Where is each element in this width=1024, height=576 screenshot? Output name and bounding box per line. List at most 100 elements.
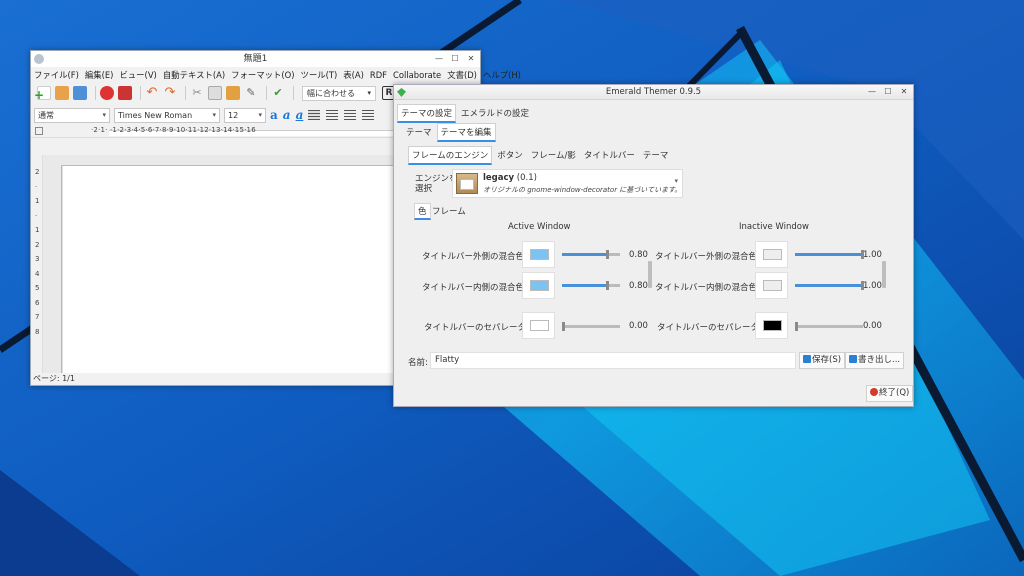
tab-theme[interactable]: テーマ	[403, 124, 435, 142]
active-link-toggle[interactable]	[648, 261, 652, 288]
chevron-down-icon: ▾	[674, 177, 678, 185]
slider-handle[interactable]	[606, 250, 609, 259]
slider-fill	[562, 253, 609, 256]
inactive-outer-slider[interactable]	[795, 250, 864, 259]
tab-buttons[interactable]: ボタン	[494, 147, 526, 165]
minimize-icon[interactable]: —	[865, 85, 879, 99]
slider-handle[interactable]	[795, 322, 798, 331]
tab-titlebar[interactable]: タイトルバー	[581, 147, 638, 165]
menu-tools[interactable]: ツール(T)	[300, 69, 337, 81]
style-select[interactable]: 通常 ▾	[34, 107, 110, 123]
tab-theme-settings[interactable]: テーマの設定	[397, 104, 457, 123]
subtab-color[interactable]: 色	[414, 203, 431, 220]
menu-format[interactable]: フォーマット(O)	[231, 69, 294, 81]
tab-edit-theme[interactable]: テーマを編集	[436, 123, 496, 142]
engine-description: オリジナルの gnome-window-decorator に基づいています。	[483, 186, 682, 194]
open-folder-icon[interactable]	[55, 86, 69, 100]
export-button[interactable]: 書き出し...	[845, 352, 905, 369]
active-outer-slider[interactable]	[562, 250, 620, 259]
engine-select[interactable]: legacy (0.1) オリジナルの gnome-window-decorat…	[452, 169, 683, 198]
align-left-icon[interactable]	[308, 110, 321, 120]
writer-titlebar[interactable]: 無題1 — ☐ ✕	[31, 51, 480, 67]
emerald-window-controls: — ☐ ✕	[863, 85, 911, 99]
inactive-inner-blend-label: タイトルバー内側の混合色	[655, 283, 758, 293]
save-icon[interactable]	[73, 86, 87, 100]
menu-edit[interactable]: 編集(E)	[85, 69, 114, 81]
font-size-select[interactable]: 12 ▾	[224, 107, 266, 123]
menu-help[interactable]: ヘルプ(H)	[483, 69, 521, 81]
print-icon[interactable]	[100, 86, 114, 100]
toolbar-separator	[140, 86, 141, 100]
save-icon	[803, 355, 811, 363]
inactive-separator-value: 0.00	[863, 321, 882, 331]
slider-handle[interactable]	[606, 281, 609, 290]
active-separator-slider[interactable]	[562, 322, 620, 331]
menu-table[interactable]: 表(A)	[343, 69, 364, 81]
inactive-outer-blend-label: タイトルバー外側の混合色	[655, 252, 758, 262]
active-separator-color-button[interactable]	[522, 312, 555, 339]
power-icon	[870, 388, 878, 396]
tab-theme-inner[interactable]: テーマ	[640, 147, 672, 165]
menu-document[interactable]: 文書(D)	[447, 69, 477, 81]
inactive-inner-color-button[interactable]	[755, 272, 788, 299]
menu-collaborate[interactable]: Collaborate	[393, 70, 441, 80]
close-icon[interactable]: ✕	[897, 85, 911, 99]
active-inner-slider[interactable]	[562, 281, 620, 290]
active-inner-color-button[interactable]	[522, 272, 555, 299]
format-paint-icon[interactable]: ✎	[244, 86, 258, 100]
quit-button[interactable]: 終了(Q)	[866, 385, 914, 402]
slider-handle[interactable]	[562, 322, 565, 331]
redo-icon[interactable]: ↷	[163, 86, 177, 100]
align-center-icon[interactable]	[326, 110, 339, 120]
tab-emerald-settings[interactable]: エメラルドの設定	[458, 105, 532, 123]
color-swatch	[530, 320, 549, 331]
inactive-separator-slider[interactable]	[795, 322, 863, 331]
subtab-frame[interactable]: フレーム	[432, 205, 466, 217]
underline-button[interactable]: a	[296, 108, 304, 122]
toolbar-separator	[293, 86, 294, 100]
menu-rdf[interactable]: RDF	[370, 70, 387, 80]
align-right-icon[interactable]	[344, 110, 357, 120]
active-window-header: Active Window	[508, 222, 571, 232]
new-document-icon[interactable]: +	[34, 86, 51, 101]
font-select[interactable]: Times New Roman ▾	[114, 107, 220, 123]
active-inner-value: 0.80	[629, 281, 648, 291]
inactive-link-toggle[interactable]	[882, 261, 886, 288]
align-justify-icon[interactable]	[362, 110, 375, 120]
slider-fill	[795, 253, 863, 256]
zoom-select[interactable]: 幅に合わせる ▾	[302, 85, 376, 101]
inactive-inner-slider[interactable]	[795, 281, 864, 290]
maximize-icon[interactable]: ☐	[448, 52, 462, 66]
inactive-outer-color-button[interactable]	[755, 241, 788, 268]
active-outer-color-button[interactable]	[522, 241, 555, 268]
minimize-icon[interactable]: —	[432, 52, 446, 66]
cut-icon[interactable]: ✂	[190, 86, 204, 100]
maximize-icon[interactable]: ☐	[881, 85, 895, 99]
menu-autotext[interactable]: 自動テキスト(A)	[163, 69, 225, 81]
inactive-inner-value: 1.00	[863, 281, 882, 291]
inactive-separator-color-button[interactable]	[755, 312, 788, 339]
emerald-titlebar[interactable]: Emerald Themer 0.9.5 — ☐ ✕	[394, 85, 913, 100]
active-outer-value: 0.80	[629, 250, 648, 260]
menu-file[interactable]: ファイル(F)	[34, 69, 79, 81]
color-swatch	[530, 280, 549, 291]
italic-button[interactable]: a	[283, 108, 291, 122]
tab-frame-engine[interactable]: フレームのエンジン	[408, 146, 493, 165]
inactive-window-header: Inactive Window	[739, 222, 809, 232]
toolbar-separator	[95, 86, 96, 100]
vertical-ruler[interactable]: 2 · 1 · 1 2 3 4 5 6 7 8	[31, 155, 43, 373]
paste-icon[interactable]	[226, 86, 240, 100]
undo-icon[interactable]: ↶	[145, 86, 159, 100]
copy-icon[interactable]	[208, 86, 222, 100]
spellcheck-icon[interactable]: ✔	[271, 86, 285, 100]
export-pdf-icon[interactable]	[118, 86, 132, 100]
tab-stop-icon[interactable]	[35, 127, 43, 135]
save-button[interactable]: 保存(S)	[799, 352, 846, 369]
ruler-numbers: ·2·1· ·1·2·3·4·5·6·7·8·9·10·11·12·13·14·…	[91, 126, 256, 134]
bold-button[interactable]: a	[270, 108, 278, 122]
export-icon	[849, 355, 857, 363]
menu-view[interactable]: ビュー(V)	[119, 69, 156, 81]
close-icon[interactable]: ✕	[464, 52, 478, 66]
theme-name-input[interactable]: Flatty	[430, 352, 796, 369]
tab-frame-shadow[interactable]: フレーム/影	[528, 147, 579, 165]
